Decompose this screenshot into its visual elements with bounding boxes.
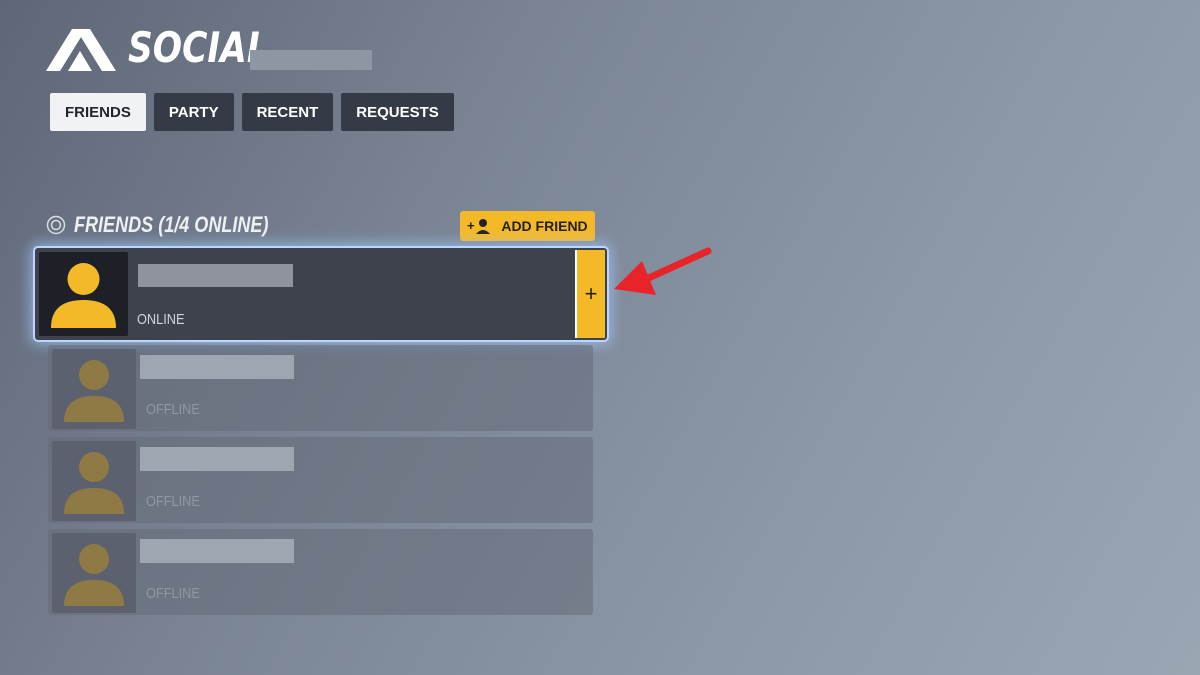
friend-status: ONLINE: [137, 311, 185, 328]
avatar: [52, 533, 136, 613]
social-tabs: FRIENDS PARTY RECENT REQUESTS: [50, 93, 454, 131]
user-avatar-icon: [64, 452, 124, 514]
target-icon: [46, 215, 66, 235]
add-to-party-button[interactable]: +: [575, 250, 605, 338]
friends-section-title: FRIENDS (1/4 ONLINE): [74, 212, 269, 237]
page-title: SOCIAL: [128, 23, 269, 72]
add-friend-label: ADD FRIEND: [501, 218, 588, 234]
redacted-username: [250, 50, 372, 70]
friend-status: OFFLINE: [146, 493, 200, 510]
avatar: [52, 441, 136, 521]
tab-friends[interactable]: FRIENDS: [50, 93, 146, 131]
tab-recent[interactable]: RECENT: [241, 93, 334, 131]
friend-row[interactable]: ONLINE +: [35, 248, 607, 340]
user-avatar-icon: [64, 360, 124, 422]
red-arrow-annotation: [614, 247, 712, 295]
tab-party[interactable]: PARTY: [153, 93, 234, 131]
user-avatar-icon: [51, 263, 116, 328]
user-avatar-icon: [64, 544, 124, 606]
friend-row[interactable]: OFFLINE: [48, 437, 593, 523]
redacted-friend-name: [138, 264, 293, 287]
add-friend-button[interactable]: + ADD FRIEND: [460, 211, 595, 241]
redacted-friend-name: [140, 447, 294, 471]
redacted-friend-name: [140, 539, 294, 563]
friend-row[interactable]: OFFLINE: [48, 345, 593, 431]
redacted-friend-name: [140, 355, 294, 379]
avatar: [52, 349, 136, 429]
friend-status: OFFLINE: [146, 401, 200, 418]
game-logo-icon: [46, 29, 116, 71]
avatar: [39, 252, 128, 336]
svg-text:+: +: [467, 218, 475, 233]
friend-status: OFFLINE: [146, 585, 200, 602]
add-user-icon: +: [467, 218, 491, 234]
friend-row[interactable]: OFFLINE: [48, 529, 593, 615]
tab-requests[interactable]: REQUESTS: [341, 93, 454, 131]
friends-section-header: FRIENDS (1/4 ONLINE): [46, 212, 311, 238]
